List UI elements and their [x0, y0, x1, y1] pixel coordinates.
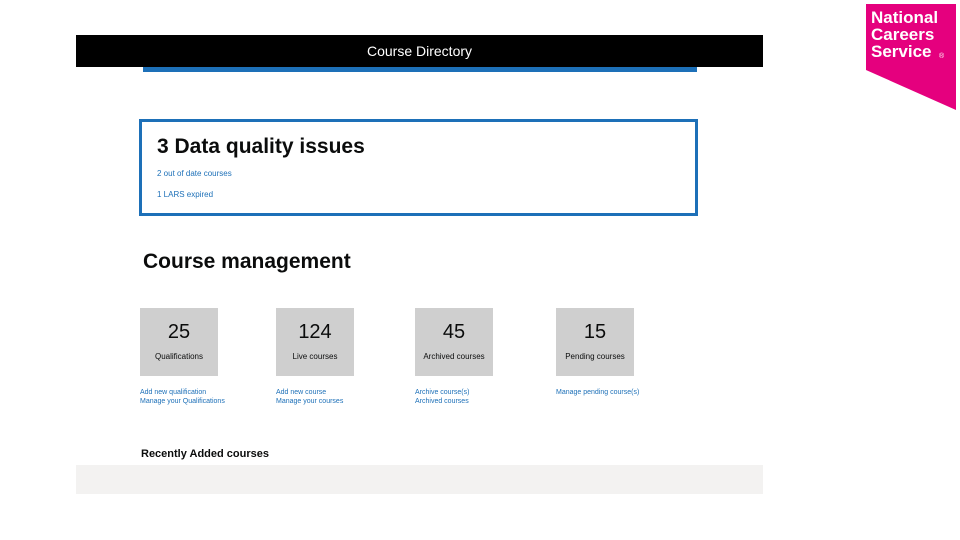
archived-courses-tile[interactable]: 45 Archived courses — [415, 308, 493, 376]
logo-graphic: National Careers Service ® — [866, 4, 956, 110]
archive-courses-link[interactable]: Archive course(s) — [415, 388, 469, 397]
pending-courses-tile[interactable]: 15 Pending courses — [556, 308, 634, 376]
header-bar: Course Directory — [76, 35, 763, 67]
live-courses-tile[interactable]: 124 Live courses — [276, 308, 354, 376]
live-courses-count: 124 — [298, 321, 332, 343]
out-of-date-courses-link[interactable]: 2 out of date courses — [157, 169, 232, 178]
add-new-course-link[interactable]: Add new course — [276, 388, 326, 397]
header-accent-rule — [143, 67, 697, 72]
recently-added-title: Recently Added courses — [141, 448, 269, 460]
manage-pending-courses-link[interactable]: Manage pending course(s) — [556, 388, 639, 397]
data-quality-title: 3 Data quality issues — [157, 135, 365, 158]
live-courses-label: Live courses — [292, 352, 338, 361]
header-title: Course Directory — [366, 43, 473, 59]
pending-courses-label: Pending courses — [565, 352, 625, 361]
recently-added-list — [76, 465, 763, 494]
svg-text:Service: Service — [871, 42, 932, 61]
course-management-title: Course management — [143, 250, 351, 273]
data-quality-panel: 3 Data quality issues 2 out of date cour… — [139, 119, 698, 216]
svg-text:®: ® — [939, 52, 945, 60]
national-careers-service-logo: National Careers Service ® — [866, 4, 956, 110]
manage-courses-link[interactable]: Manage your courses — [276, 397, 343, 406]
lars-expired-link[interactable]: 1 LARS expired — [157, 190, 213, 199]
qualifications-count: 25 — [167, 321, 191, 343]
qualifications-label: Qualifications — [154, 352, 204, 361]
archived-courses-link[interactable]: Archived courses — [415, 397, 469, 406]
manage-qualifications-link[interactable]: Manage your Qualifications — [140, 397, 225, 406]
pending-courses-count: 15 — [583, 321, 607, 343]
archived-courses-count: 45 — [442, 321, 466, 343]
qualifications-tile[interactable]: 25 Qualifications — [140, 308, 218, 376]
archived-courses-label: Archived courses — [423, 352, 485, 361]
add-new-qualification-link[interactable]: Add new qualification — [140, 388, 206, 397]
